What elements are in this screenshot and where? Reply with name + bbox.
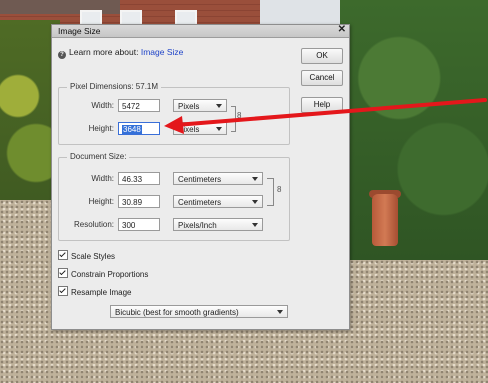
roof [0, 0, 120, 14]
image-size-dialog: Image Size ✕ ? Learn more about: Image Si… [51, 24, 350, 330]
checkbox-checked-icon [58, 250, 68, 260]
dialog-title: Image Size [58, 26, 101, 36]
ok-button[interactable]: OK [301, 48, 343, 64]
chevron-down-icon [252, 200, 258, 204]
learn-more-row: ? Learn more about: Image Size [58, 47, 183, 59]
chevron-down-icon [277, 310, 283, 314]
document-size-legend: Document Size: [67, 152, 130, 161]
red-annotation-arrow [164, 98, 487, 134]
pixel-height-label: Height: [88, 124, 114, 133]
resolution-input[interactable]: 300 [118, 218, 160, 231]
chain-link-icon: 8 [277, 185, 282, 194]
resample-image-label: Resample Image [71, 288, 132, 297]
doc-height-label: Height: [88, 197, 114, 206]
info-icon: ? [58, 51, 66, 59]
doc-width-label: Width: [91, 174, 114, 183]
constrain-proportions-label: Constrain Proportions [71, 270, 149, 279]
learn-more-label: Learn more about: [69, 47, 139, 57]
scale-styles-checkbox[interactable]: Scale Styles [58, 250, 115, 261]
resolution-label: Resolution: [73, 220, 114, 229]
checkbox-checked-icon [58, 286, 68, 296]
doc-width-unit-value: Centimeters [178, 175, 222, 184]
doc-width-input[interactable]: 46.33 [118, 172, 160, 185]
resolution-unit-value: Pixels/Inch [178, 221, 217, 230]
constrain-proportions-checkbox[interactable]: Constrain Proportions [58, 268, 148, 279]
chimney-pot [372, 194, 398, 246]
resample-image-checkbox[interactable]: Resample Image [58, 286, 131, 297]
resample-method-select[interactable]: Bicubic (best for smooth gradients) [110, 305, 288, 318]
pixel-height-value: 3648 [122, 125, 142, 134]
pixel-width-label: Width: [91, 101, 114, 110]
doc-height-unit-value: Centimeters [178, 198, 222, 207]
doc-width-unit-select[interactable]: Centimeters [173, 172, 263, 185]
doc-link-bracket [267, 178, 274, 206]
arrow-head [164, 116, 184, 134]
chevron-down-icon [252, 177, 258, 181]
chevron-down-icon [252, 223, 258, 227]
doc-height-unit-select[interactable]: Centimeters [173, 195, 263, 208]
close-icon[interactable]: ✕ [338, 24, 346, 35]
resample-method-value: Bicubic (best for smooth gradients) [115, 308, 239, 317]
arrow-shaft [174, 98, 487, 127]
learn-more-link[interactable]: Image Size [141, 47, 184, 57]
document-size-group: Document Size: Width: 46.33 Centimeters … [58, 152, 290, 241]
pixel-dimensions-legend: Pixel Dimensions: 57.1M [67, 82, 162, 91]
doc-height-input[interactable]: 30.89 [118, 195, 160, 208]
cancel-button[interactable]: Cancel [301, 70, 343, 86]
scale-styles-label: Scale Styles [71, 252, 116, 261]
resolution-unit-select[interactable]: Pixels/Inch [173, 218, 263, 231]
dialog-titlebar[interactable]: Image Size ✕ [52, 24, 349, 38]
checkbox-checked-icon [58, 268, 68, 278]
